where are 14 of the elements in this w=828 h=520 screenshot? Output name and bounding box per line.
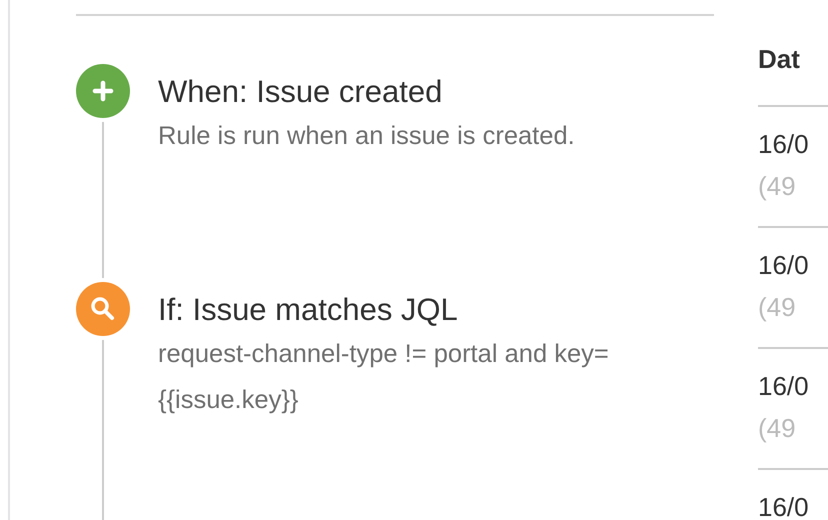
step-description: request-channel-type != portal and key= {{issue.key}} bbox=[158, 339, 610, 416]
plus-icon bbox=[76, 64, 130, 118]
detail-cell-text: (49 bbox=[758, 292, 797, 322]
detail-cell-text: (49 bbox=[758, 171, 797, 201]
search-icon bbox=[76, 282, 130, 336]
date-cell-text: 16/0 bbox=[758, 492, 810, 520]
step-title: When: Issue created bbox=[158, 73, 444, 111]
column-header: Dat bbox=[758, 44, 800, 75]
detail-cell-text: (49 bbox=[758, 413, 797, 443]
date-cell-text: 16/0 bbox=[758, 371, 810, 401]
date-cell-text: 16/0 bbox=[758, 250, 810, 280]
date-cell-text: 16/0 bbox=[758, 129, 810, 159]
step-title: If: Issue matches JQL bbox=[158, 291, 459, 329]
step-description: Rule is run when an issue is created. bbox=[158, 121, 576, 152]
